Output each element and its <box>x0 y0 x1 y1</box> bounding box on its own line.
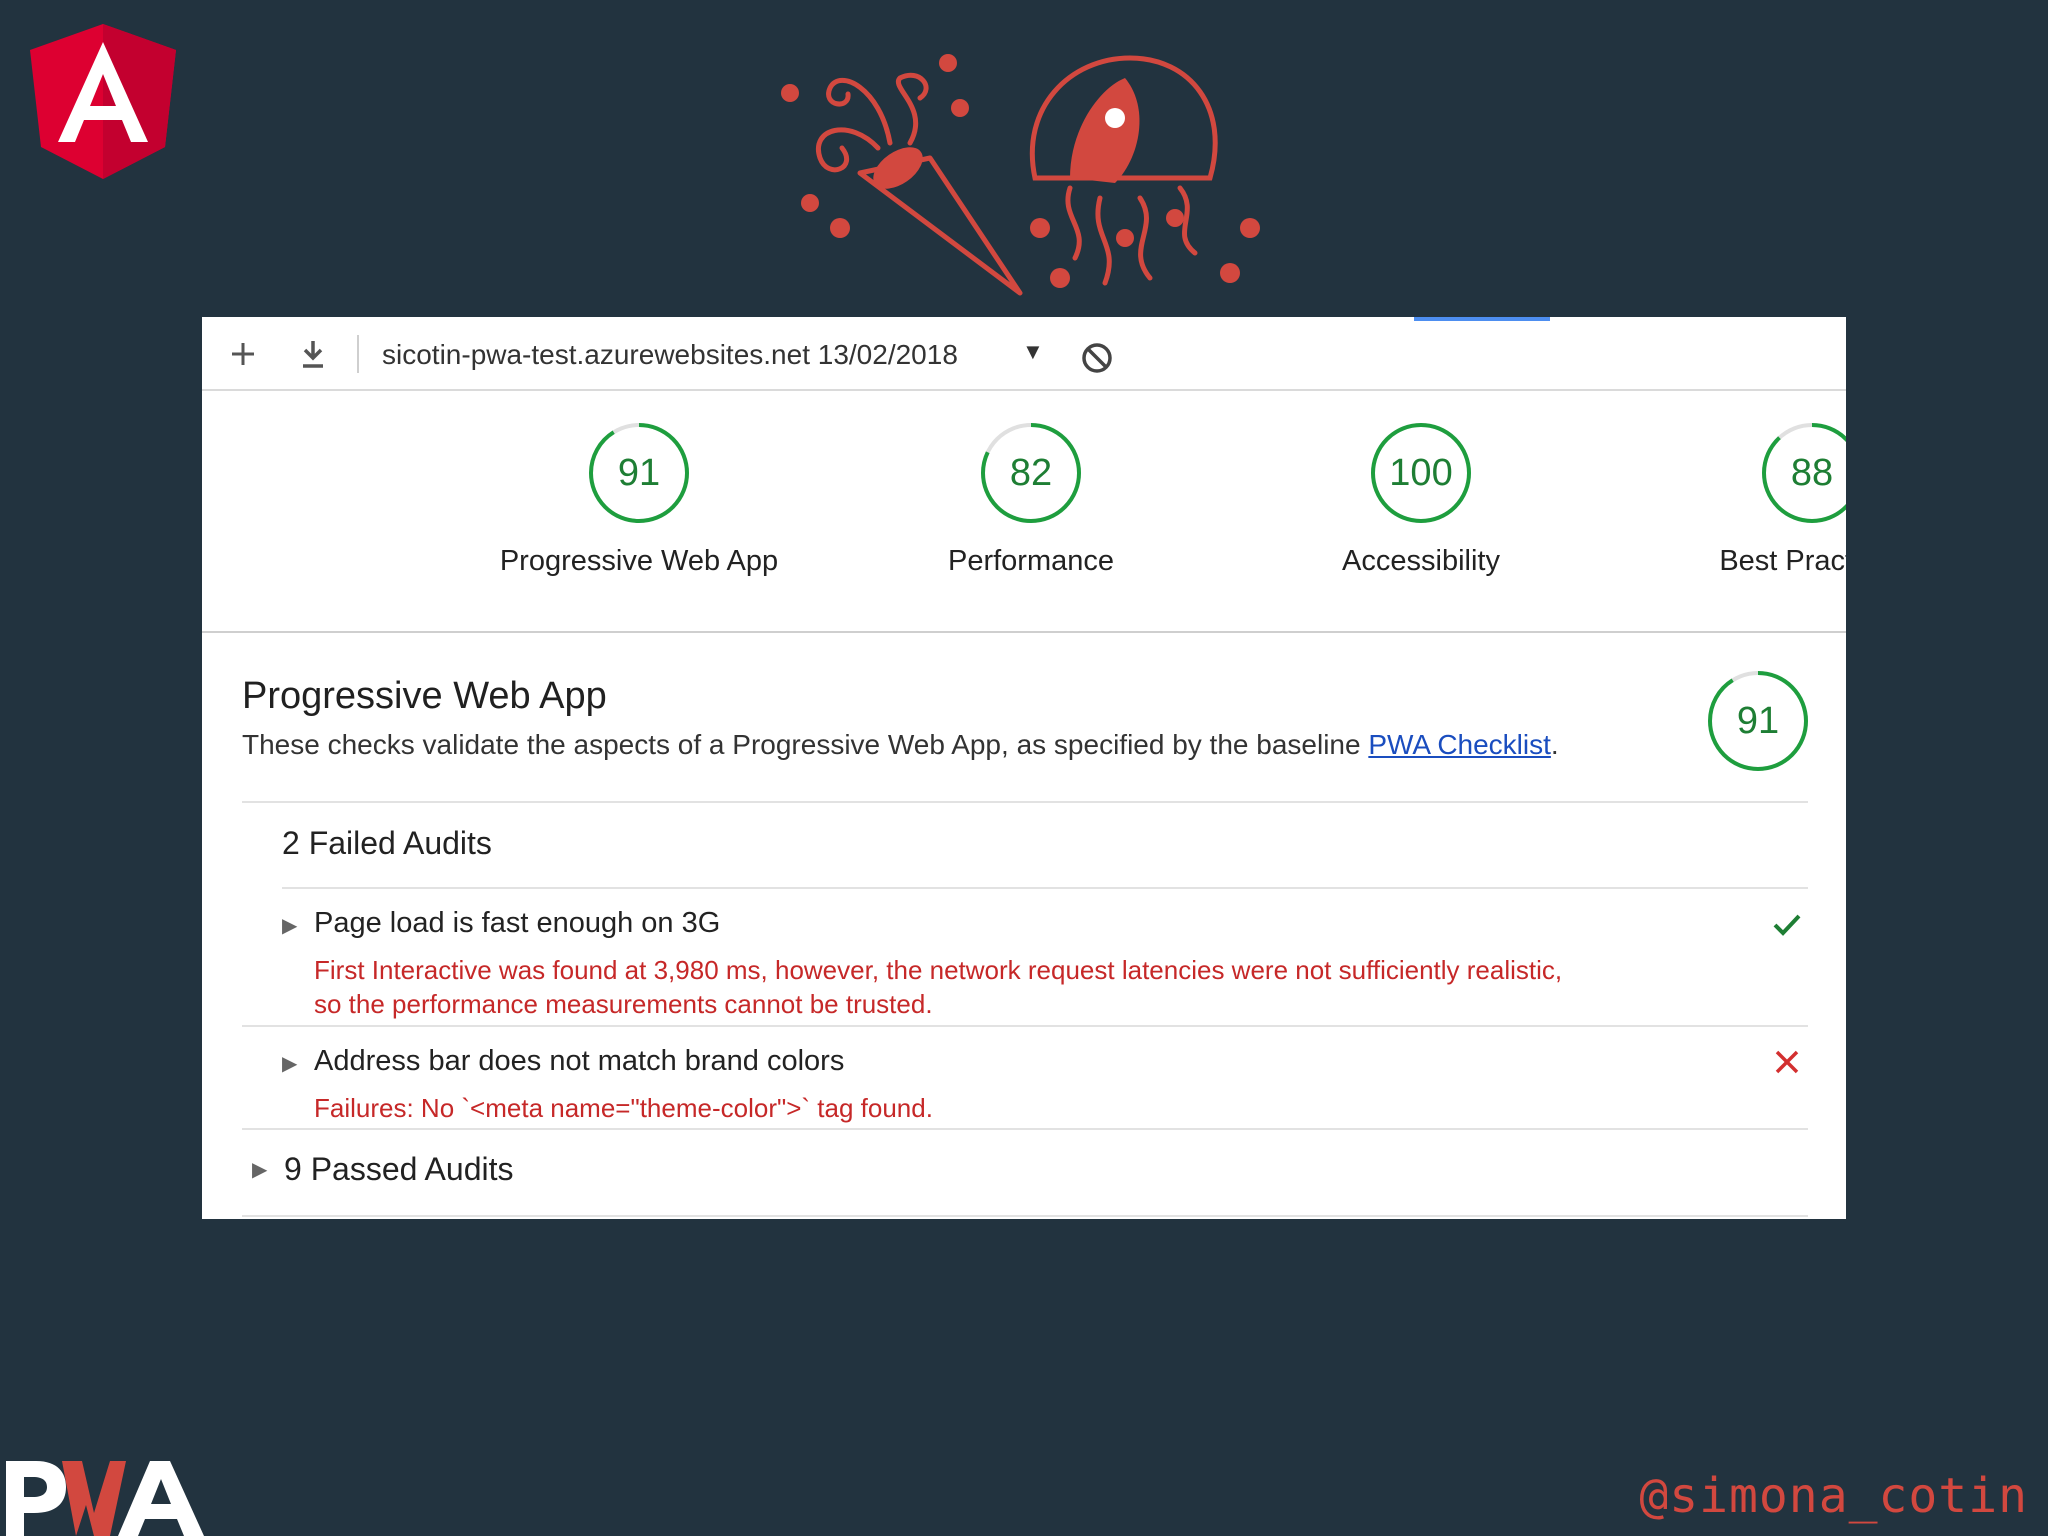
audit-message: First Interactive was found at 3,980 ms,… <box>314 953 1714 1021</box>
score-label: Best Practices <box>1719 545 1846 577</box>
expand-caret-icon[interactable]: ▶ <box>282 913 297 938</box>
download-icon[interactable] <box>298 339 328 369</box>
twitter-handle: @simona_cotin <box>1639 1468 2028 1524</box>
audit-title: Address bar does not match brand colors <box>314 1045 845 1077</box>
section-description: These checks validate the aspects of a P… <box>242 729 1559 761</box>
divider <box>242 1128 1808 1130</box>
audit-message-line: so the performance measurements cannot b… <box>314 989 933 1019</box>
plus-icon[interactable] <box>228 339 258 369</box>
expand-caret-icon[interactable]: ▶ <box>282 1051 297 1076</box>
section-score-gauge: 91 <box>1706 669 1810 773</box>
toolbar-separator <box>357 335 359 373</box>
section-description-end: . <box>1550 729 1559 760</box>
chevron-down-icon[interactable]: ▼ <box>1022 339 1044 365</box>
passed-audits-label: 9 Passed Audits <box>284 1151 514 1187</box>
audit-message-line: Failures: No `<meta name="theme-color">`… <box>314 1093 933 1123</box>
divider <box>242 1025 1808 1027</box>
pwa-checklist-link[interactable]: PWA Checklist <box>1368 729 1551 760</box>
score-value: 82 <box>1009 452 1053 494</box>
score-value: 88 <box>1790 452 1834 494</box>
cross-icon <box>1775 1050 1799 1074</box>
gauge-performance[interactable]: 82 Performance <box>881 421 1181 578</box>
score-label: Performance <box>947 545 1114 577</box>
section-title: Progressive Web App <box>242 675 607 717</box>
section-description-text: These checks validate the aspects of a P… <box>242 729 1369 760</box>
score-value: 100 <box>1389 452 1453 494</box>
report-selector[interactable]: sicotin-pwa-test.azurewebsites.net 13/02… <box>382 339 958 371</box>
score-label: Progressive Web App <box>499 545 779 577</box>
score-label: Accessibility <box>1342 545 1500 577</box>
expand-caret-icon[interactable]: ▶ <box>252 1157 267 1182</box>
failed-audits-heading[interactable]: 2 Failed Audits <box>282 825 492 862</box>
audit-message: Failures: No `<meta name="theme-color">`… <box>314 1091 1714 1125</box>
divider <box>242 1215 1808 1217</box>
score-value: 91 <box>1736 700 1780 742</box>
block-icon[interactable] <box>1080 341 1114 375</box>
gauge-pwa[interactable]: 91 Progressive Web App <box>489 421 789 578</box>
audit-title: Page load is fast enough on 3G <box>314 907 721 939</box>
lighthouse-report-panel: sicotin-pwa-test.azurewebsites.net 13/02… <box>202 317 1846 1219</box>
audit-message-line: First Interactive was found at 3,980 ms,… <box>314 955 1563 985</box>
gauge-best-practices[interactable]: 88 Best Practices <box>1662 421 1846 578</box>
report-toolbar: sicotin-pwa-test.azurewebsites.net 13/02… <box>202 317 1846 391</box>
check-icon <box>1773 914 1801 936</box>
party-illustration <box>781 54 1260 296</box>
score-value: 91 <box>617 452 661 494</box>
pwa-logo <box>6 1461 204 1536</box>
gauge-accessibility[interactable]: 100 Accessibility <box>1271 421 1571 578</box>
angular-logo <box>30 24 176 179</box>
divider <box>242 801 1808 803</box>
divider <box>282 887 1808 889</box>
category-scores: 91 Progressive Web App 82 Performance 10… <box>202 391 1846 633</box>
